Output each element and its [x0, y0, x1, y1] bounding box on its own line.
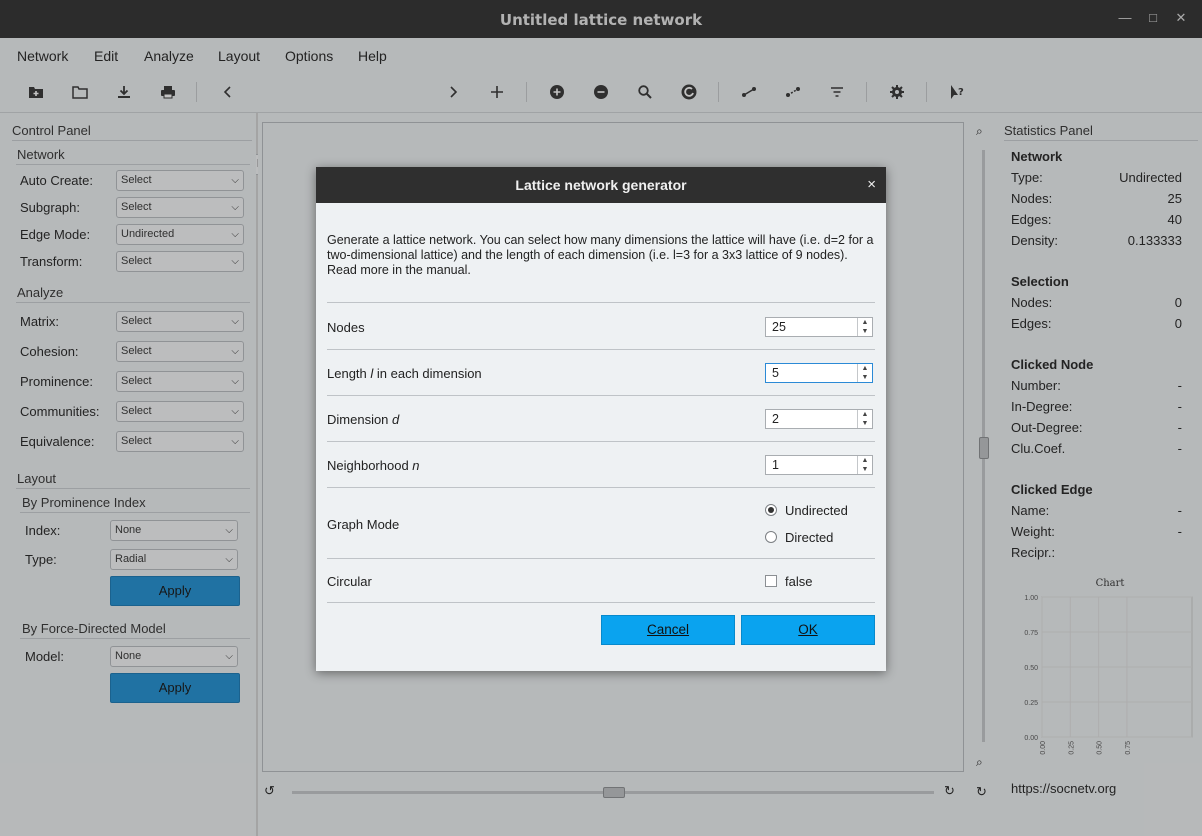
- neighborhood-field-label: Neighborhood n: [327, 458, 420, 473]
- circular-value[interactable]: false: [785, 574, 812, 589]
- length-label-suffix: in each dimension: [373, 366, 482, 381]
- dialog-titlebar: Lattice network generator ×: [316, 167, 886, 203]
- neighborhood-spinbox-value: 1: [772, 458, 779, 472]
- dimension-spinbox[interactable]: 2 ▲ ▼: [765, 409, 873, 429]
- spin-arrows-icon[interactable]: ▲ ▼: [857, 364, 872, 382]
- spin-arrows-icon[interactable]: ▲ ▼: [857, 410, 872, 428]
- nodes-spinbox[interactable]: 25 ▲ ▼: [765, 317, 873, 337]
- lattice-dialog: Lattice network generator × Generate a l…: [316, 167, 886, 671]
- neighborhood-label-text: Neighborhood: [327, 458, 413, 473]
- ok-button-label: OK: [798, 622, 818, 637]
- spin-arrows-icon[interactable]: ▲ ▼: [857, 456, 872, 474]
- neighborhood-spinbox[interactable]: 1 ▲ ▼: [765, 455, 873, 475]
- circular-checkbox[interactable]: [765, 575, 777, 587]
- dimension-label-text: Dimension: [327, 412, 393, 427]
- length-spinbox[interactable]: 5 ▲ ▼: [765, 363, 873, 383]
- cancel-button-label: Cancel: [646, 622, 690, 637]
- nodes-field-label: Nodes: [327, 320, 365, 335]
- neighborhood-label-var: n: [412, 458, 420, 473]
- nodes-spinbox-value: 25: [772, 320, 786, 334]
- length-label-text: Length: [327, 366, 371, 381]
- length-field-label: Length l in each dimension: [327, 366, 482, 381]
- circular-label: Circular: [327, 574, 372, 589]
- dimension-label-var: d: [392, 412, 400, 427]
- directed-radio[interactable]: [765, 531, 777, 543]
- directed-label[interactable]: Directed: [785, 530, 833, 545]
- ok-button[interactable]: OK: [741, 615, 875, 645]
- graph-mode-label: Graph Mode: [327, 517, 400, 532]
- dialog-title: Lattice network generator: [515, 177, 687, 193]
- dimension-field-label: Dimension d: [327, 412, 399, 427]
- dialog-close-icon[interactable]: ×: [867, 176, 876, 193]
- undirected-label[interactable]: Undirected: [785, 503, 848, 518]
- undirected-radio[interactable]: [765, 504, 777, 516]
- cancel-button[interactable]: Cancel: [601, 615, 735, 645]
- dimension-spinbox-value: 2: [772, 412, 779, 426]
- spin-arrows-icon[interactable]: ▲ ▼: [857, 318, 872, 336]
- dialog-description: Generate a lattice network. You can sele…: [327, 233, 874, 277]
- length-spinbox-value: 5: [772, 366, 779, 380]
